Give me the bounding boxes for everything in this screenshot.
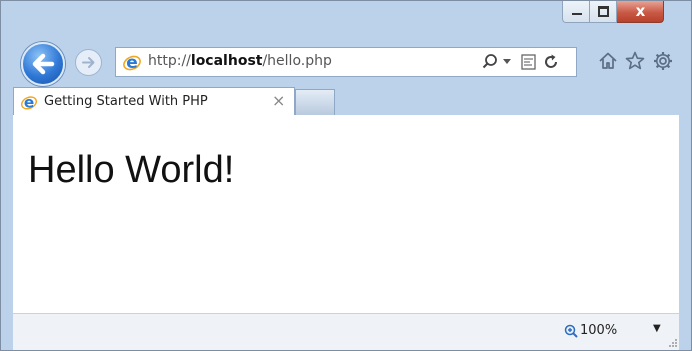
new-tab-button[interactable] <box>295 89 335 115</box>
zoom-dropdown-icon[interactable]: ▼ <box>653 323 661 334</box>
minimize-icon <box>572 13 582 15</box>
page-content: Hello World! <box>13 115 679 313</box>
resize-grip-icon[interactable] <box>668 338 678 348</box>
ie-tab-icon: e <box>20 93 38 111</box>
status-bar: 100% ▼ <box>13 313 679 350</box>
maximize-button[interactable] <box>590 1 617 23</box>
maximize-icon <box>598 6 609 17</box>
compatibility-view-icon[interactable] <box>520 53 538 71</box>
address-bar[interactable]: e http://localhost/hello.php <box>115 47 577 77</box>
forward-button[interactable] <box>75 49 102 76</box>
tab-close-icon[interactable]: × <box>272 91 285 110</box>
ie-logo-icon: e <box>123 53 141 72</box>
tab-title: Getting Started With PHP <box>44 94 208 109</box>
browser-window: x e http://localhost/hello.php e Getting… <box>0 0 692 351</box>
settings-gear-icon[interactable] <box>651 49 675 73</box>
forward-arrow-icon <box>82 57 95 68</box>
url-text[interactable]: http://localhost/hello.php <box>148 53 332 69</box>
zoom-level[interactable]: 100% <box>580 323 617 338</box>
svg-text:e: e <box>24 93 34 111</box>
back-button[interactable] <box>21 42 65 86</box>
search-icon[interactable] <box>481 53 499 71</box>
back-arrow-icon <box>32 53 55 75</box>
close-button[interactable]: x <box>617 1 664 23</box>
window-frame-left <box>1 115 13 350</box>
favorites-star-icon[interactable] <box>623 49 647 73</box>
refresh-icon[interactable] <box>542 53 560 71</box>
window-frame-right <box>679 115 691 350</box>
svg-text:e: e <box>126 53 138 72</box>
tab-getting-started[interactable]: e Getting Started With PHP × <box>13 87 295 115</box>
dropdown-icon[interactable] <box>503 59 511 65</box>
page-heading: Hello World! <box>28 149 235 191</box>
minimize-button[interactable] <box>562 1 590 23</box>
home-icon[interactable] <box>596 49 620 73</box>
close-icon: x <box>635 2 646 20</box>
zoom-icon[interactable] <box>564 324 578 338</box>
